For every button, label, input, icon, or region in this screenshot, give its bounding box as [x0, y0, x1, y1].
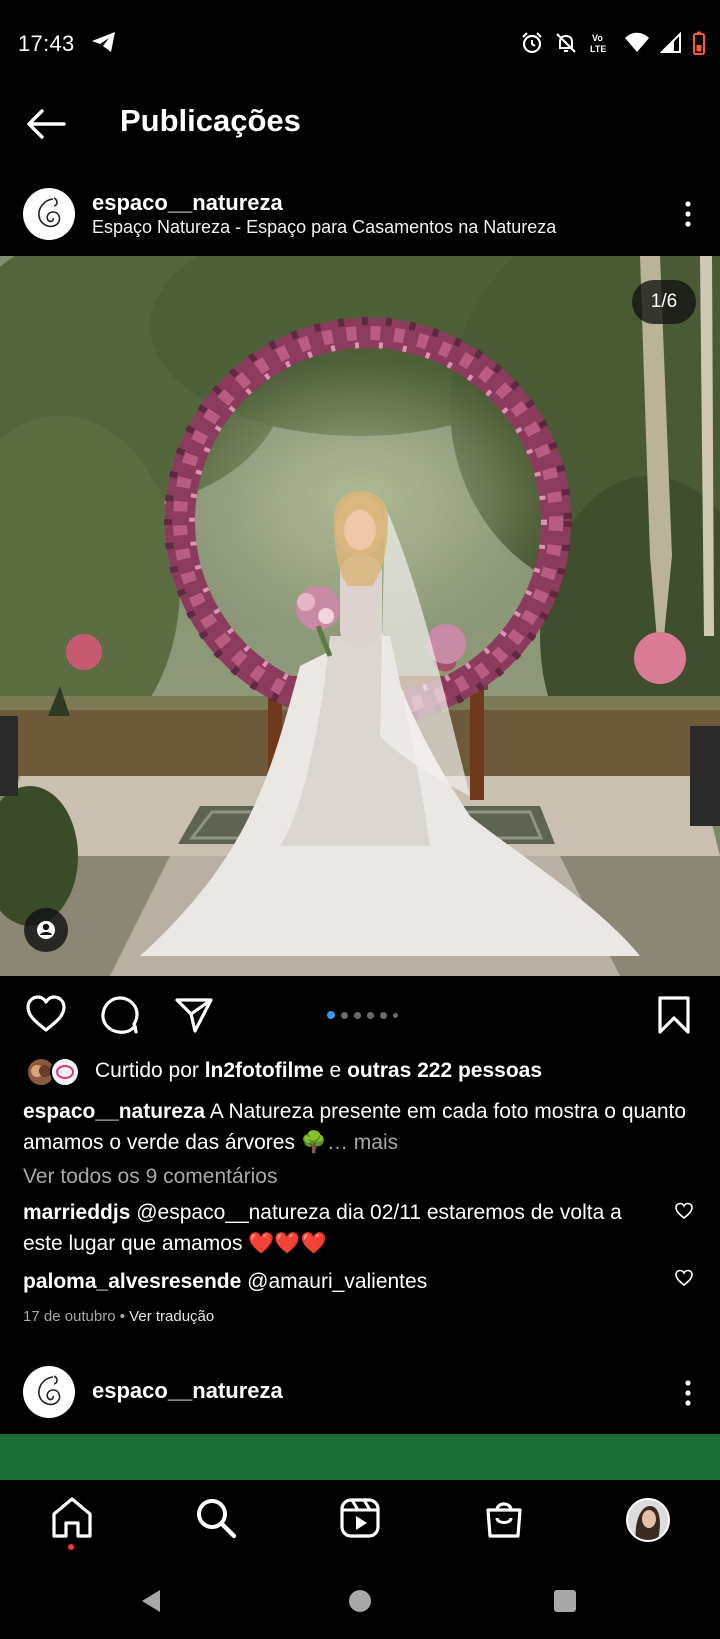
app-header: Publicações — [0, 90, 720, 180]
next-post-photo[interactable] — [0, 1434, 720, 1480]
author-avatar[interactable] — [23, 1366, 75, 1418]
comment-username[interactable]: paloma_alvesresende — [23, 1270, 241, 1293]
heart-icon[interactable] — [24, 993, 68, 1037]
likes-middle: e — [323, 1059, 348, 1082]
svg-text:LTE: LTE — [590, 44, 606, 54]
likes-row[interactable]: Curtido por ln2fotofilme e outras 222 pe… — [24, 1055, 704, 1089]
notifications-off-icon — [556, 33, 576, 53]
profile-photo — [628, 1500, 668, 1540]
battery-low-icon — [693, 31, 705, 55]
carousel-indicator — [327, 1011, 398, 1019]
svg-text:Vo: Vo — [592, 33, 603, 43]
post-location[interactable]: Espaço Natureza - Espaço para Casamentos… — [92, 217, 556, 238]
post-caption: espaco__natureza A Natureza presente em … — [23, 1096, 693, 1158]
carousel-dot-active — [327, 1011, 335, 1019]
liker-username[interactable]: ln2fotofilme — [205, 1059, 324, 1082]
carousel-dot — [393, 1012, 398, 1018]
page-title: Publicações — [120, 103, 301, 138]
bookmark-icon[interactable] — [652, 993, 696, 1037]
caption-more-link[interactable]: … mais — [327, 1131, 398, 1154]
status-time: 17:43 — [18, 31, 75, 56]
next-post-header: espaco__natureza — [0, 1360, 720, 1430]
volte-icon: Vo LTE — [590, 33, 606, 54]
post-meta: 17 de outubro • Ver tradução — [23, 1308, 214, 1325]
home-icon[interactable] — [48, 1494, 96, 1542]
signal-icon — [660, 32, 681, 53]
telegram-icon — [92, 32, 115, 52]
tagged-people-button[interactable] — [24, 908, 68, 952]
comment-like-icon[interactable] — [674, 1201, 694, 1221]
comment-like-icon[interactable] — [674, 1268, 694, 1288]
brand-logo-icon — [24, 1367, 74, 1417]
likes-text: Curtido por ln2fotofilme e outras 222 pe… — [95, 1059, 542, 1083]
system-home-icon[interactable] — [345, 1586, 375, 1616]
arrow-left-icon[interactable] — [22, 100, 70, 148]
author-avatar[interactable] — [23, 188, 75, 240]
comment-icon[interactable] — [98, 993, 142, 1037]
wedding-photo — [0, 256, 720, 976]
more-options-icon[interactable] — [676, 1376, 700, 1410]
photo-counter: 1/6 — [632, 280, 696, 324]
status-bar: 17:43 Vo LTE — [0, 0, 720, 90]
system-navigation-bar — [0, 1562, 720, 1639]
caption-username[interactable]: espaco__natureza — [23, 1100, 205, 1123]
post-date: 17 de outubro — [23, 1308, 116, 1325]
post-header: espaco__natureza Espaço Natureza - Espaç… — [0, 180, 720, 256]
shop-icon[interactable] — [480, 1494, 528, 1542]
comment-item: marrieddjs @espaco__natureza dia 02/11 e… — [23, 1197, 643, 1259]
system-recents-icon[interactable] — [550, 1586, 580, 1616]
carousel-dot — [367, 1011, 374, 1019]
carousel-dot — [380, 1011, 387, 1019]
more-options-icon[interactable] — [676, 197, 700, 231]
brand-logo-icon — [24, 189, 74, 239]
liker-avatar — [50, 1057, 80, 1087]
bottom-navigation — [0, 1480, 720, 1562]
translate-link[interactable]: Ver tradução — [129, 1308, 214, 1325]
comment-item: paloma_alvesresende @amauri_valientes — [23, 1266, 643, 1297]
comment-text: @amauri_valientes — [241, 1270, 428, 1293]
person-icon — [37, 921, 55, 939]
carousel-dot — [341, 1011, 348, 1019]
post-actions — [0, 985, 720, 1045]
profile-avatar[interactable] — [626, 1498, 670, 1542]
search-icon[interactable] — [192, 1494, 240, 1542]
likes-others[interactable]: outras 222 pessoas — [347, 1059, 542, 1082]
comment-username[interactable]: marrieddjs — [23, 1201, 130, 1224]
home-notification-dot — [68, 1544, 74, 1550]
system-back-icon[interactable] — [136, 1586, 166, 1616]
meta-separator: • — [115, 1308, 130, 1325]
post-photo[interactable]: 1/6 — [0, 256, 720, 976]
share-icon[interactable] — [172, 993, 216, 1037]
status-icons: Vo LTE — [520, 30, 706, 56]
post-username[interactable]: espaco__natureza — [92, 190, 283, 216]
reels-icon[interactable] — [336, 1494, 384, 1542]
likes-prefix: Curtido por — [95, 1059, 205, 1082]
view-all-comments-link[interactable]: Ver todos os 9 comentários — [23, 1165, 277, 1189]
carousel-dot — [354, 1011, 361, 1019]
wifi-icon — [625, 32, 649, 52]
post-username[interactable]: espaco__natureza — [92, 1378, 283, 1404]
alarm-icon — [522, 32, 542, 54]
